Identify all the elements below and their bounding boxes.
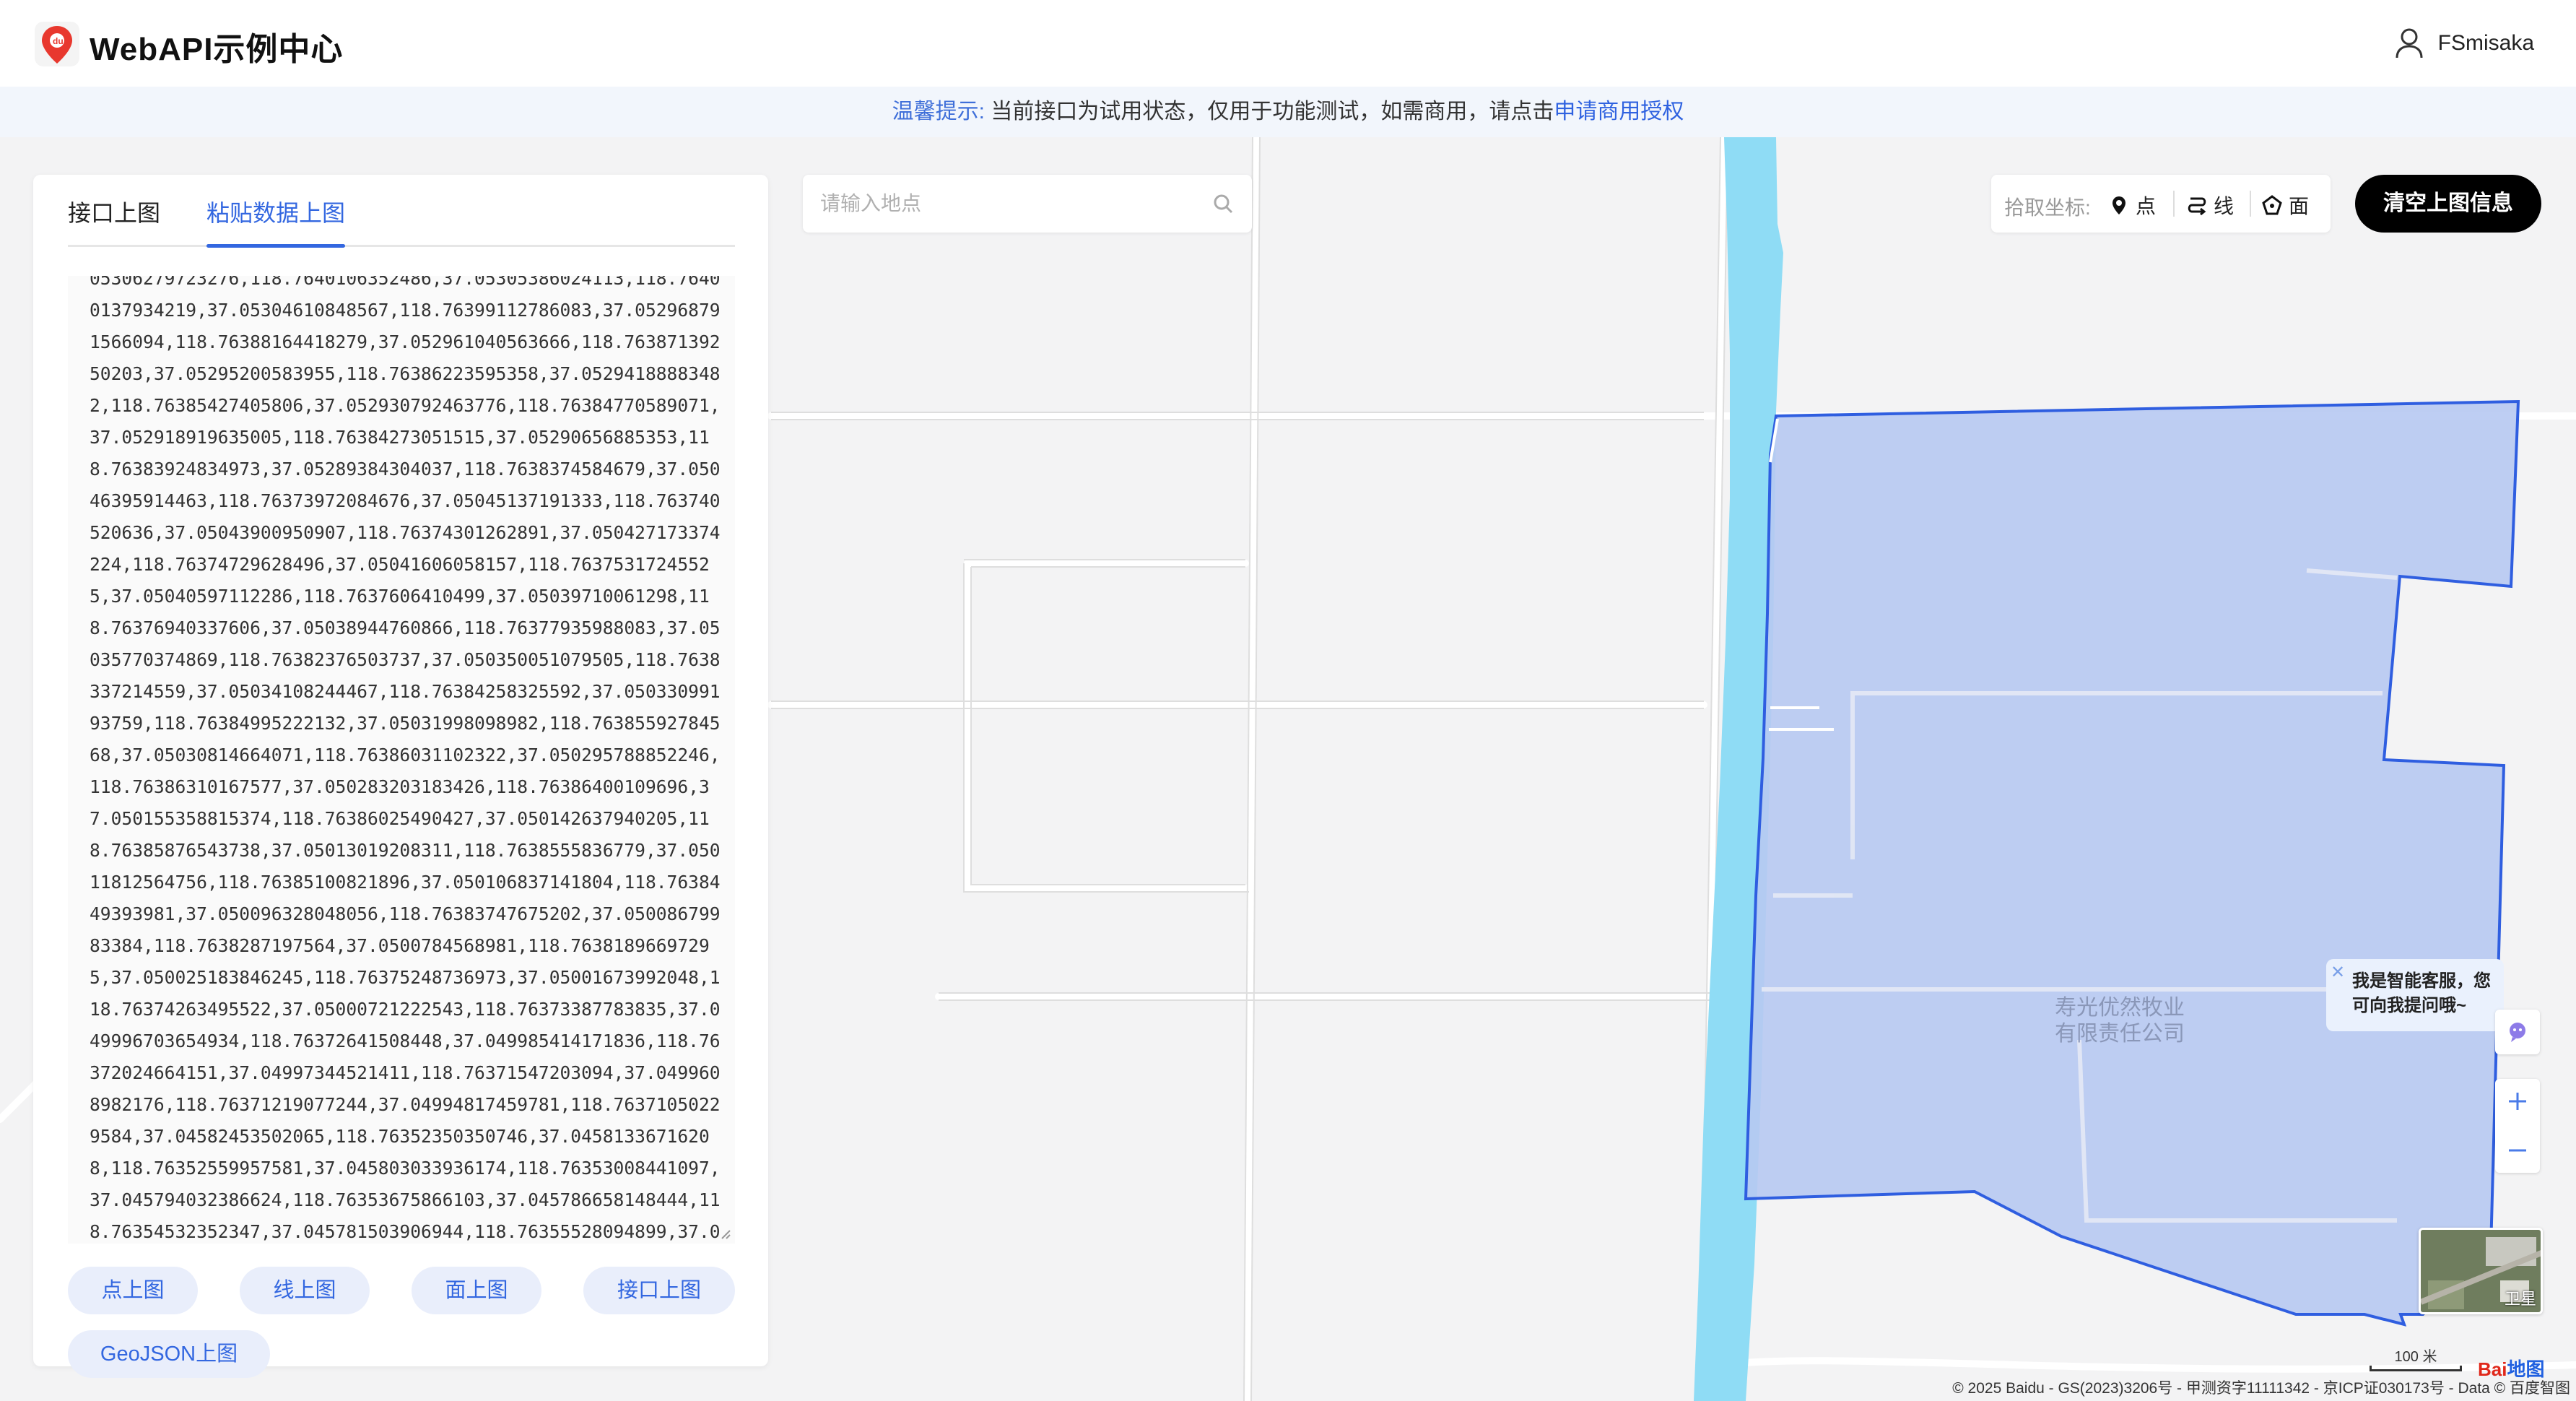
api-upload-button[interactable]: 接口上图	[583, 1267, 735, 1314]
search-icon[interactable]	[1211, 192, 1235, 215]
chat-text: 我是智能客服，您可向我提问哦~	[2352, 971, 2491, 1015]
search-input[interactable]	[820, 188, 1196, 220]
app-logo-icon: du	[35, 22, 79, 66]
zoom-out-button[interactable]	[2495, 1128, 2540, 1173]
close-icon[interactable]: ✕	[2331, 960, 2345, 985]
zoom-control	[2495, 1079, 2540, 1173]
user-name: FSmisaka	[2437, 31, 2534, 55]
pick-coords-toolbar: 拾取坐标: 点 线 面	[1991, 175, 2331, 233]
route-line-icon	[2188, 197, 2206, 216]
tab-paste-upload[interactable]: 粘贴数据上图	[206, 195, 345, 228]
tab-api-upload[interactable]: 接口上图	[68, 195, 160, 228]
plus-icon	[2509, 1093, 2526, 1110]
poi-label: 寿光优然牧业 有限责任公司	[2055, 996, 2185, 1046]
app-title: WebAPI示例中心	[90, 32, 344, 67]
pick-polygon-button[interactable]: 面	[2261, 191, 2309, 220]
satellite-label: 卫星	[2504, 1290, 2536, 1308]
notice-label: 温馨提示:	[892, 100, 985, 123]
coordinates-text: 0530627972327​6,118.76401063524​86,37.05…	[90, 276, 721, 1242]
top-bar: du WebAPI示例中心 FSmisaka	[0, 0, 2576, 87]
satellite-toggle[interactable]: 卫星	[2419, 1228, 2543, 1314]
zoom-in-button[interactable]	[2495, 1079, 2540, 1124]
line-upload-button[interactable]: 线上图	[240, 1267, 370, 1314]
divider	[2173, 191, 2175, 217]
minus-icon	[2509, 1149, 2526, 1152]
scale-bar: 100 米	[2370, 1345, 2462, 1371]
coordinates-textarea[interactable]: 0530627972327​6,118.76401063524​86,37.05…	[68, 276, 735, 1244]
apply-license-link[interactable]: 申请商用授权	[1554, 100, 1684, 123]
point-upload-button[interactable]: 点上图	[68, 1267, 198, 1314]
notice-text: 当前接口为试用状态，仅用于功能测试，如需商用，请点击	[991, 100, 1554, 123]
pick-point-button[interactable]: 点	[2108, 191, 2156, 220]
polygon-icon	[2262, 195, 2282, 215]
pick-line-button[interactable]: 线	[2186, 191, 2234, 220]
active-tab-indicator	[206, 244, 345, 248]
divider	[2250, 191, 2251, 217]
resize-handle-icon[interactable]	[719, 1228, 731, 1239]
assistant-button[interactable]	[2495, 1010, 2540, 1054]
tab-bar: 接口上图 粘贴数据上图	[68, 175, 735, 248]
ai-assistant-bubble[interactable]: ✕ 我是智能客服，您可向我提问哦~	[2326, 959, 2504, 1031]
polygon-upload-button[interactable]: 面上图	[412, 1267, 541, 1314]
map-copyright: © 2025 Baidu - GS(2023)3206号 - 甲测资字11111…	[1952, 1380, 2570, 1397]
pick-label: 拾取坐标:	[2004, 196, 2091, 219]
assistant-icon	[2495, 1010, 2540, 1054]
geojson-upload-button[interactable]: GeoJSON上图	[68, 1330, 270, 1378]
svg-text:du: du	[53, 36, 64, 46]
clear-map-button[interactable]: 清空上图信息	[2355, 175, 2541, 233]
location-pin-icon	[2112, 196, 2125, 214]
user-menu[interactable]: FSmisaka	[2395, 27, 2534, 59]
left-panel: 接口上图 粘贴数据上图 0530627972327​6,118.76401063…	[33, 175, 768, 1378]
notice-bar: 温馨提示: 当前接口为试用状态，仅用于功能测试，如需商用，请点击申请商用授权	[0, 87, 2576, 137]
user-icon	[2396, 28, 2423, 58]
search-box	[803, 175, 1252, 233]
